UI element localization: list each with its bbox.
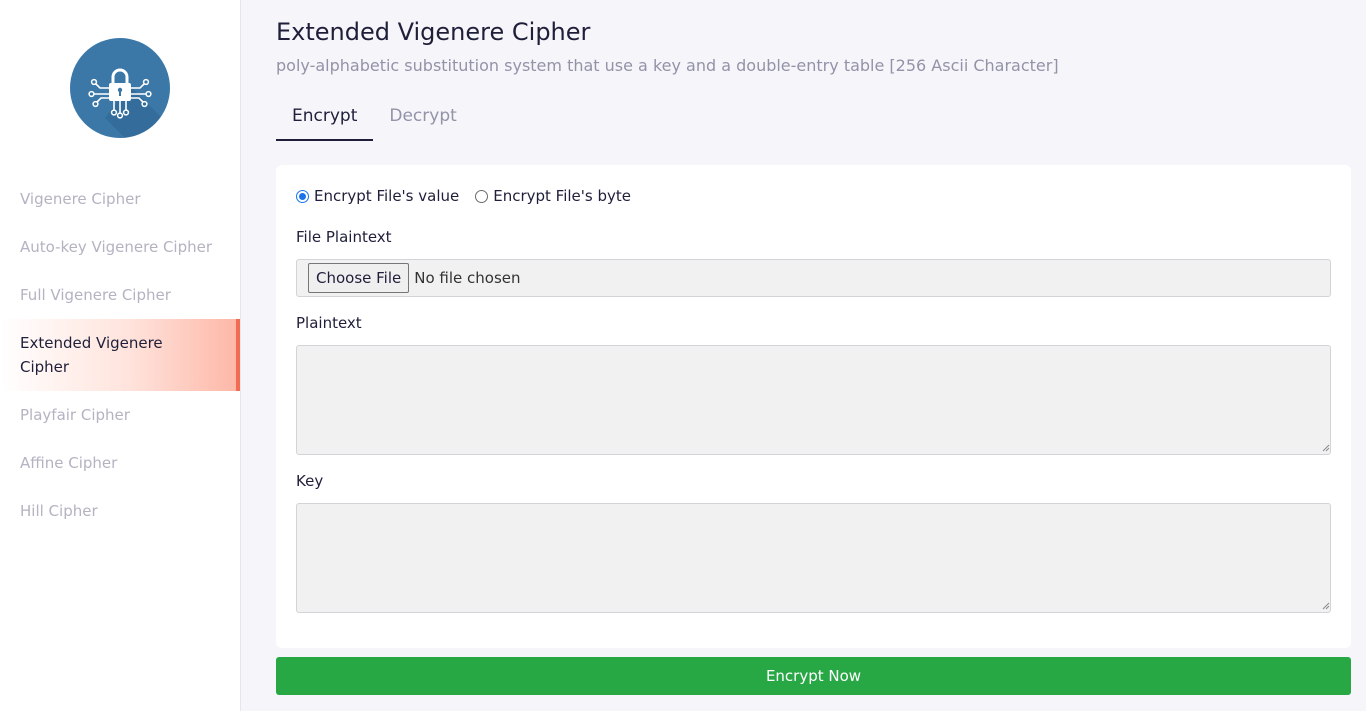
radio-encrypt-file-byte-label[interactable]: Encrypt File's byte xyxy=(493,187,631,205)
logo-graphic xyxy=(88,68,170,138)
encrypt-form-card: Encrypt File's value Encrypt File's byte… xyxy=(276,165,1351,648)
sidebar-item-playfair[interactable]: Playfair Cipher xyxy=(0,391,240,439)
sidebar-item-affine[interactable]: Affine Cipher xyxy=(0,439,240,487)
encrypt-now-button[interactable]: Encrypt Now xyxy=(276,657,1351,695)
file-plaintext-label: File Plaintext xyxy=(296,228,392,246)
file-input[interactable]: Choose File No file chosen xyxy=(296,259,1331,297)
page-title: Extended Vigenere Cipher xyxy=(276,18,591,46)
radio-encrypt-file-value-label[interactable]: Encrypt File's value xyxy=(314,187,459,205)
sidebar-item-full-vigenere[interactable]: Full Vigenere Cipher xyxy=(0,271,240,319)
sidebar-nav: Vigenere Cipher Auto-key Vigenere Cipher… xyxy=(0,175,240,535)
mode-radio-group: Encrypt File's value Encrypt File's byte xyxy=(296,187,647,205)
tab-decrypt[interactable]: Decrypt xyxy=(373,100,472,141)
tab-bar: Encrypt Decrypt xyxy=(276,100,473,142)
sidebar-item-hill[interactable]: Hill Cipher xyxy=(0,487,240,535)
key-resize-icon[interactable] xyxy=(1322,602,1330,610)
choose-file-button[interactable]: Choose File xyxy=(308,263,410,293)
key-textarea[interactable] xyxy=(296,503,1331,613)
plaintext-label: Plaintext xyxy=(296,314,362,332)
sidebar-item-vigenere[interactable]: Vigenere Cipher xyxy=(0,175,240,223)
sidebar-item-extended-vigenere[interactable]: Extended Vigenere Cipher xyxy=(0,319,240,391)
circuit-lock-icon[interactable] xyxy=(70,38,170,138)
key-label: Key xyxy=(296,472,324,490)
radio-encrypt-file-byte[interactable] xyxy=(475,189,489,203)
sidebar-item-auto-key-vigenere[interactable]: Auto-key Vigenere Cipher xyxy=(0,223,240,271)
radio-encrypt-file-value[interactable] xyxy=(296,189,309,203)
file-status-text: No file chosen xyxy=(414,269,521,287)
plaintext-resize-icon[interactable] xyxy=(1322,444,1330,452)
sidebar: Vigenere Cipher Auto-key Vigenere Cipher… xyxy=(0,0,241,711)
page-subtitle: poly-alphabetic substitution system that… xyxy=(276,56,1059,75)
tab-encrypt[interactable]: Encrypt xyxy=(276,100,374,141)
plaintext-textarea[interactable] xyxy=(296,345,1331,455)
